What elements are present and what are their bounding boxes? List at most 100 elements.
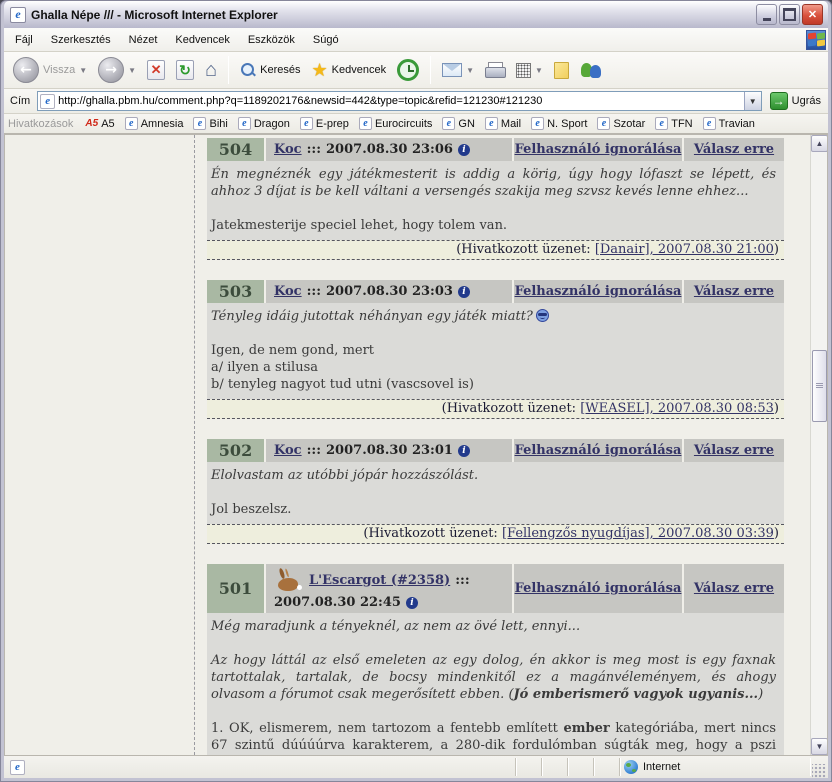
quoted-text: Tényleg idáig jutottak néhányan egy játé… [211,309,533,324]
ignore-user-link[interactable]: Felhasználó ignorálása [515,443,682,458]
search-button[interactable]: Keresés [237,60,303,80]
link-szotar[interactable]: Szotar [597,117,645,130]
link-bihi[interactable]: Bihi [193,117,227,130]
ie-favicon [485,117,498,130]
link-eprep[interactable]: E-prep [300,117,349,130]
link-a5[interactable]: A5A5 [85,118,114,130]
ie-favicon [531,117,544,130]
reply-cell: Válasz erre [684,439,784,462]
ignore-user-link[interactable]: Felhasználó ignorálása [515,142,682,157]
info-icon[interactable]: i [458,144,470,156]
edit-button[interactable]: ▼ [513,61,546,80]
link-label: A5 [101,118,114,130]
forum-post-502: 502 Koc ::: 2007.08.30 23:01 i Felhaszná… [207,439,784,544]
link-amnesia[interactable]: Amnesia [125,117,184,130]
notes-button[interactable] [551,60,572,81]
forward-dropdown-icon[interactable]: ▼ [128,66,136,75]
back-button[interactable]: ← Vissza ▼ [10,55,90,85]
reply-link[interactable]: Válasz erre [694,284,774,299]
menu-help[interactable]: Súgó [304,31,348,49]
reply-link[interactable]: Válasz erre [694,581,774,596]
link-eurocircuits[interactable]: Eurocircuits [359,117,432,130]
print-button[interactable] [482,60,508,80]
post-header: 503 Koc ::: 2007.08.30 23:03 i Felhaszná… [207,280,784,303]
forward-button[interactable]: → ▼ [95,55,139,85]
forum-thread: 504 Koc ::: 2007.08.30 23:06 i Felhaszná… [195,135,810,755]
stop-icon: ✕ [147,60,165,80]
reply-text: 1. OK, elismerem, nem tartozom a fentebb… [211,720,776,755]
menu-bar: Fájl Szerkesztés Nézet Kedvencek Eszközö… [4,28,828,52]
ref-link[interactable]: [Fellengzős nyugdíjas], 2007.08.30 03:39 [502,526,774,541]
menu-favorites[interactable]: Kedvencek [166,31,238,49]
scrollbar-thumb[interactable] [812,350,827,422]
post-number: 504 [207,138,264,161]
author-link[interactable]: Koc [274,284,302,299]
author-link[interactable]: L'Escargot (#2358) [309,573,450,588]
bold-text: ember [564,721,610,736]
scroll-up-icon[interactable]: ▲ [811,135,828,152]
post-body: Elolvastam az utóbbi jópár hozzászólást.… [207,462,784,524]
refresh-button[interactable]: ↻ [173,58,197,82]
cool-smiley-icon [536,309,549,322]
ie-favicon [597,117,610,130]
author-link[interactable]: Koc [274,142,302,157]
back-label: Vissza [43,64,75,76]
post-reference: (Hivatkozott üzenet: [Fellengzős nyugdíj… [207,524,784,544]
status-pane [594,758,620,776]
back-dropdown-icon[interactable]: ▼ [79,66,87,75]
go-label: Ugrás [792,95,821,107]
link-gn[interactable]: GN [442,117,475,130]
link-travian[interactable]: Travian [703,117,755,130]
ignore-user-link[interactable]: Felhasználó ignorálása [515,284,682,299]
go-button[interactable]: → Ugrás [767,91,824,111]
ie-favicon [703,117,716,130]
ref-link[interactable]: [Danair], 2007.08.30 21:00 [595,242,774,257]
refresh-icon: ↻ [176,60,194,80]
history-button[interactable] [394,57,422,83]
address-field[interactable]: http://ghalla.pbm.hu/comment.php?q=11892… [37,91,761,111]
forum-post-501: 501 L'Escargot (#2358) ::: 2007.08.30 22… [207,564,784,755]
maximize-button[interactable] [779,4,800,25]
security-zone-pane: Internet [620,758,810,776]
post-author-cell: L'Escargot (#2358) ::: 2007.08.30 22:45 … [266,564,512,613]
link-nsport[interactable]: N. Sport [531,117,587,130]
minimize-button[interactable] [756,4,777,25]
author-link[interactable]: Koc [274,443,302,458]
link-label: Mail [501,118,521,130]
menu-tools[interactable]: Eszközök [239,31,304,49]
address-url[interactable]: http://ghalla.pbm.hu/comment.php?q=11892… [58,95,743,107]
menu-file[interactable]: Fájl [6,31,42,49]
ignore-user-link[interactable]: Felhasználó ignorálása [515,581,682,596]
reply-cell: Válasz erre [684,280,784,303]
resize-grip[interactable] [812,764,826,778]
ref-link[interactable]: [WEASEL], 2007.08.30 08:53 [580,401,774,416]
menu-view[interactable]: Nézet [120,31,167,49]
page-icon [40,94,55,109]
favorites-button[interactable]: ★ Kedvencek [309,59,390,81]
vertical-scrollbar[interactable]: ▲ ▼ [810,135,827,755]
info-icon[interactable]: i [406,597,418,609]
ignore-user-cell: Felhasználó ignorálása [514,564,682,613]
link-mail[interactable]: Mail [485,117,521,130]
ref-prefix: (Hivatkozott üzenet: [442,401,576,416]
mail-dropdown-icon[interactable]: ▼ [466,66,474,75]
reply-link[interactable]: Válasz erre [694,142,774,157]
close-button[interactable] [802,4,823,25]
stop-button[interactable]: ✕ [144,58,168,82]
reply-link[interactable]: Válasz erre [694,443,774,458]
scroll-down-icon[interactable]: ▼ [811,738,828,755]
info-icon[interactable]: i [458,286,470,298]
forum-post-503: 503 Koc ::: 2007.08.30 23:03 i Felhaszná… [207,280,784,419]
link-dragon[interactable]: Dragon [238,117,290,130]
address-dropdown-icon[interactable]: ▼ [744,92,761,110]
home-button[interactable]: ⌂ [202,58,220,82]
menu-edit[interactable]: Szerkesztés [42,31,120,49]
edit-dropdown-icon[interactable]: ▼ [535,66,543,75]
post-header: 504 Koc ::: 2007.08.30 23:06 i Felhaszná… [207,138,784,161]
link-tfn[interactable]: TFN [655,117,692,130]
post-body: Én megnéznék egy játékmesterit is addig … [207,161,784,240]
info-icon[interactable]: i [458,445,470,457]
star-icon: ★ [312,61,328,79]
mail-button[interactable]: ▼ [439,61,477,79]
messenger-button[interactable] [577,59,605,81]
